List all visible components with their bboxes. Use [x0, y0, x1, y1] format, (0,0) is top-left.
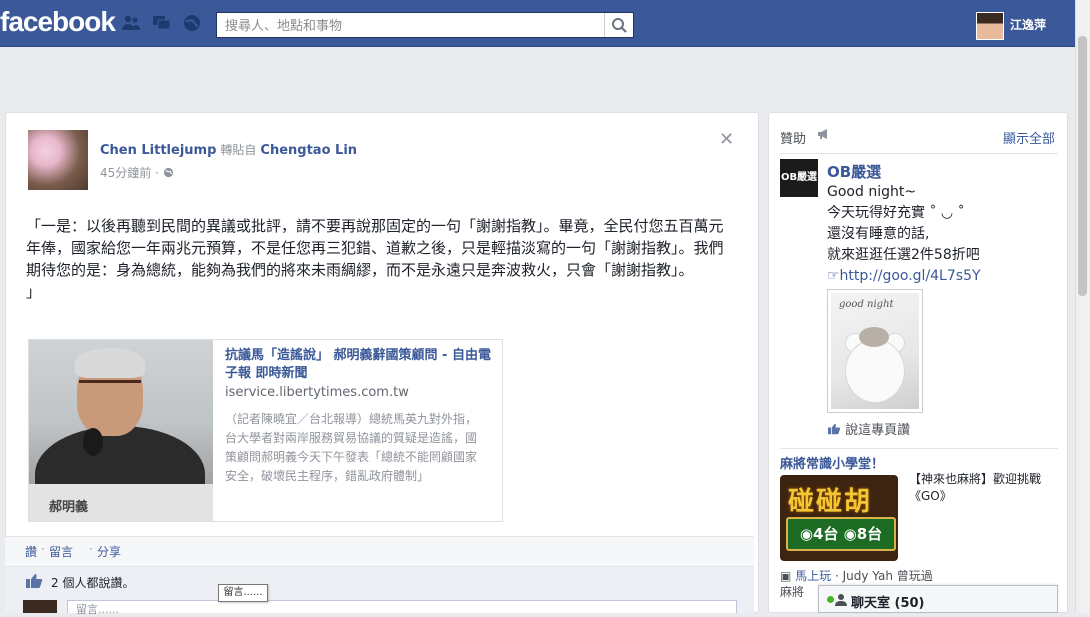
comment-tooltip: 留言......	[218, 584, 268, 602]
timestamp-link[interactable]: 45分鐘前	[100, 166, 151, 180]
thumbnail-hair	[75, 348, 145, 378]
link-title[interactable]: 抗議馬「造謠說」 郝明義辭國策顧問 - 自由電子報 即時新聞	[225, 347, 495, 383]
thumbs-up-icon	[26, 574, 43, 588]
person-icon	[835, 594, 847, 606]
search-button[interactable]	[604, 13, 633, 37]
play-row: ▣ 馬上玩 · Judy Yah 曾玩過	[780, 567, 933, 584]
story-body: 「一是：以後再聽到民間的異議或批評，請不要再說那固定的一句「謝謝指教」。畢竟，全…	[26, 215, 738, 303]
profile-name-link[interactable]: 江逸萍	[1010, 16, 1046, 33]
thumbnail-nameplate: 郝明義	[29, 484, 213, 521]
online-status-icon	[827, 596, 834, 603]
ad-line: 就來逛逛任選2件58折吧	[827, 247, 980, 263]
play-row-second: 麻將	[780, 585, 805, 599]
ad-image-inner: good night	[831, 293, 919, 409]
divider	[780, 448, 1058, 449]
facebook-logo[interactable]: facebook	[0, 6, 116, 38]
link-description: （記者陳曉宜／台北報導）總統馬英九對外指，台大學者對兩岸服務貿易協議的質疑是造謠…	[225, 412, 478, 483]
divider	[780, 153, 1058, 154]
via-text: 轉貼自	[220, 143, 257, 157]
shared-link-card[interactable]: 郝明義 抗議馬「造謠說」 郝明義辭國策顧問 - 自由電子報 即時新聞 iserv…	[28, 339, 503, 522]
close-icon[interactable]: ✕	[719, 129, 734, 150]
megaphone-icon	[818, 129, 827, 139]
ad-url-link[interactable]: ☞http://goo.gl/4L7s5Y	[827, 266, 1059, 287]
globe-icon[interactable]	[163, 167, 174, 178]
link-domain: iservice.libertytimes.com.tw	[225, 385, 409, 400]
ad-image-caption: good night	[839, 299, 894, 310]
like-page-label: 說這專頁讚	[845, 423, 911, 438]
sleeping-cat	[859, 327, 889, 347]
thumbnail-microphone	[83, 428, 103, 456]
source-author-link[interactable]: Chengtao Lin	[260, 143, 357, 158]
chat-tab[interactable]: 聊天室 (50)	[818, 585, 1058, 613]
ad-line: 還沒有睡意的話,	[827, 226, 930, 242]
thumbnail-glasses	[79, 380, 141, 395]
share-link[interactable]: 分享	[97, 543, 121, 560]
play-row-rest: · Judy Yah 曾玩過	[831, 569, 933, 583]
story-meta: 45分鐘前 ·	[100, 164, 174, 181]
game-ad-image[interactable]: 碰碰胡 ◉4台 ◉8台	[780, 475, 898, 561]
author-name-link[interactable]: Chen Littlejump	[100, 143, 216, 158]
game-board: ◉4台 ◉8台	[786, 517, 896, 551]
like-link[interactable]: 讚	[25, 543, 37, 560]
play-now-link[interactable]: 馬上玩	[795, 569, 831, 583]
friend-requests-icon[interactable]	[121, 14, 141, 32]
ad-body: Good night~ 今天玩得好充實 ˚ ◡ ˚ 還沒有睡意的話, 就來逛逛任…	[827, 182, 1059, 287]
commenter-avatar	[23, 600, 57, 613]
ad-image[interactable]: good night	[827, 289, 923, 413]
story-text-close-quote: 」	[26, 283, 42, 301]
notifications-icon[interactable]	[182, 14, 202, 32]
like-page-link[interactable]: 說這專頁讚	[827, 419, 910, 438]
avatar[interactable]	[976, 12, 1004, 40]
ad-title-link[interactable]: OB嚴選	[827, 161, 881, 182]
scrollbar[interactable]	[1075, 0, 1090, 613]
nameplate-text: 郝明義	[49, 500, 89, 515]
chat-label: 聊天室 (50)	[851, 596, 925, 611]
comment-link[interactable]: 留言	[49, 543, 73, 560]
story-text: 「一是：以後再聽到民間的異議或批評，請不要再說那固定的一句「謝謝指教」。畢竟，全…	[26, 217, 724, 279]
search-input[interactable]	[223, 16, 607, 36]
meta-separator: ·	[155, 166, 163, 180]
ad2-title-link[interactable]: 麻將常識小學堂！	[780, 453, 884, 472]
action-separator: ·	[41, 542, 45, 556]
ad-line: Good night~	[827, 184, 917, 200]
author-avatar[interactable]	[28, 130, 88, 190]
story-header: Chen Littlejump 轉貼自 Chengtao Lin	[100, 141, 357, 158]
messages-icon[interactable]	[152, 14, 172, 32]
link-thumbnail[interactable]: 郝明義	[29, 340, 213, 521]
comment-composer: 留言......	[5, 596, 754, 616]
ad-logo[interactable]: OB嚴選	[780, 159, 818, 197]
likes-summary: 2 個人都說讚。	[5, 566, 754, 596]
scrollbar-thumb[interactable]	[1078, 36, 1087, 296]
story-actions: 讚 · 留言 · 分享	[5, 536, 754, 566]
likes-count-text[interactable]: 2 個人都說讚。	[51, 574, 134, 591]
game-icon: ▣	[780, 569, 796, 583]
ad2-description: 【神來也麻將】歡迎挑戰《GO》	[909, 472, 1042, 503]
sponsored-sidebar: 贊助 顯示全部 OB嚴選 OB嚴選 Good night~ 今天玩得好充實 ˚ …	[768, 112, 1068, 613]
comment-input[interactable]: 留言......	[67, 600, 737, 616]
thumbs-up-icon	[828, 423, 841, 435]
action-separator: ·	[89, 542, 93, 556]
bear-plush	[845, 339, 905, 403]
top-navigation-bar: facebook 江逸萍	[0, 0, 1076, 47]
see-all-link[interactable]: 顯示全部	[1003, 128, 1055, 147]
search-icon	[612, 18, 627, 33]
game-brand: 碰碰胡	[788, 487, 873, 517]
search-box[interactable]	[216, 12, 634, 38]
ad-line: 今天玩得好充實 ˚ ◡ ˚	[827, 205, 965, 221]
sponsored-heading: 贊助	[780, 132, 807, 147]
